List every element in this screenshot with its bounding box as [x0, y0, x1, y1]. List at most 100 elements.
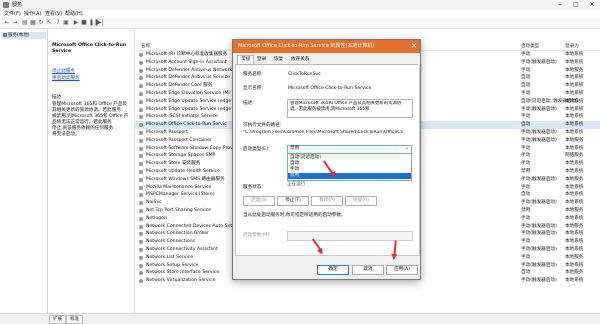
service-logon-as: 本地系统: [565, 52, 584, 57]
bottom-tabs: 扩展 标准: [0, 313, 600, 324]
close-icon[interactable]: ✕: [584, 0, 600, 10]
service-name: MSPCManager Service (Store): [146, 192, 215, 198]
menu-view[interactable]: 查看(V): [45, 10, 62, 18]
service-name: Network Setup Service: [146, 262, 199, 268]
service-logon-as: 本地系统: [565, 161, 584, 167]
service-name: Microsoft Defender Antivirus Network: [146, 67, 233, 73]
service-logon-as: 本地系统: [565, 122, 584, 128]
tab-general[interactable]: 常规: [237, 55, 255, 64]
service-startup-type: 自动: [521, 192, 531, 198]
gear-icon: [139, 123, 143, 128]
refresh-icon[interactable]: ↻: [38, 20, 44, 26]
service-logon-as: 本地系统: [565, 262, 584, 268]
start-params-input[interactable]: [287, 231, 413, 241]
path-label: 可执行文件的路径:: [243, 123, 282, 128]
service-startup-type: 手动: [521, 215, 531, 221]
service-startup-type: 手动: [521, 67, 531, 73]
service-logon-as: 本地服务: [565, 176, 584, 182]
tab-dependencies[interactable]: 依存关系: [288, 56, 312, 64]
gear-icon: [139, 131, 143, 135]
toolbar: ← → ▤ ▦ ↻ ⇱ ? ▣ ▶ ■ ❚❚ ▶|: [0, 18, 600, 29]
restart-icon[interactable]: ▶|: [97, 20, 104, 26]
dialog-close-icon[interactable]: ✕: [411, 40, 417, 53]
menu-help[interactable]: 帮助(H): [65, 10, 83, 18]
service-logon-as: 本地服务: [565, 208, 584, 213]
service-logon-as: 本地系统: [565, 145, 584, 151]
description-box[interactable]: 管理Microsoft 365和 Office 产品及其相关更新的资源协调。若此…: [287, 99, 413, 118]
stop-button[interactable]: 停止(T): [277, 196, 309, 206]
forward-icon[interactable]: →: [12, 20, 18, 26]
service-logon-as: 本地系统: [565, 184, 584, 190]
service-name: Microsoft iSCSI Initiator Service: [146, 114, 218, 120]
gear-icon: [139, 248, 143, 252]
gear-icon: [139, 99, 143, 104]
ok-button[interactable]: 确定: [317, 265, 349, 275]
tree-item-services-local[interactable]: 服务(本地): [2, 32, 46, 39]
service-logon-as: 本地系统: [565, 200, 584, 206]
gear-icon: [139, 209, 143, 213]
service-logon-as: 本地系统: [565, 278, 584, 284]
gear-icon: [139, 138, 143, 143]
column-startup-type[interactable]: 启动类型: [521, 43, 539, 50]
tab-logon[interactable]: 登录: [254, 56, 269, 64]
maximize-icon[interactable]: □: [568, 0, 584, 10]
service-startup-type: 手动(触发器启动): [521, 130, 557, 135]
service-name: Microsoft Windows SMS 路由器服务: [146, 176, 225, 182]
service-logon-as: 本地服务: [565, 223, 584, 229]
dialog-tabs: 常规 登录 恢复 依存关系: [235, 55, 418, 65]
menu-action[interactable]: 操作(A): [24, 10, 41, 18]
service-name-label: 服务名称:: [243, 72, 263, 77]
column-logon-as[interactable]: 登录为: [565, 43, 579, 50]
console-tree-icon[interactable]: ▤: [22, 20, 28, 26]
gear-icon: [139, 60, 143, 65]
help-icon[interactable]: ?: [55, 20, 61, 26]
start-button[interactable]: 启动(S): [243, 196, 275, 206]
service-startup-type: 手动(触发器启动): [521, 278, 557, 284]
service-logon-as: 网络服务: [565, 153, 584, 159]
service-name: Microsoft Update Health Service: [146, 169, 220, 174]
service-startup-type: 手动(触发器启动): [521, 176, 557, 182]
back-icon[interactable]: ←: [4, 20, 10, 26]
service-logon-as: 本地系统: [565, 239, 584, 245]
gear-icon: [139, 53, 143, 57]
stop-icon[interactable]: ■: [81, 20, 87, 26]
column-name[interactable]: 名称: [141, 43, 150, 50]
stop-service-link[interactable]: 停止此服务: [52, 69, 75, 75]
service-startup-type: 手动: [521, 145, 531, 151]
service-startup-type: 禁用: [521, 208, 531, 213]
gear-icon: [139, 162, 143, 167]
properties-dialog: Microsoft Office Click-to-Run Service 的属…: [232, 39, 421, 280]
start-icon[interactable]: ▶: [73, 20, 79, 26]
service-startup-type: 手动: [521, 153, 531, 159]
service-startup-type: 禁用: [521, 169, 531, 174]
service-startup-type: 手动(触发器启动): [521, 59, 557, 65]
resume-button[interactable]: 恢复(R): [345, 196, 377, 206]
view-icon[interactable]: ▦: [30, 20, 36, 26]
service-name: Network Connections: [146, 239, 196, 245]
tab-recovery[interactable]: 恢复: [271, 56, 286, 64]
cancel-button[interactable]: 取消: [352, 265, 384, 275]
service-name: Network List Service: [146, 254, 194, 260]
service-startup-type: 手动(触发器启动): [521, 106, 557, 112]
export-icon[interactable]: ⇱: [46, 20, 52, 26]
pause-icon[interactable]: ❚❚: [89, 20, 99, 26]
service-startup-type: 手动(触发器启动): [521, 247, 557, 252]
minimize-icon[interactable]: –: [552, 0, 568, 10]
service-name: Mozilla Maintenance Service: [146, 184, 212, 190]
dialog-title: Microsoft Office Click-to-Run Service 的属…: [238, 43, 375, 49]
menu-file[interactable]: 文件(F): [4, 10, 21, 18]
gear-icon: [139, 68, 143, 73]
restart-service-link[interactable]: 重启动此服务: [52, 76, 80, 82]
startup-option-disabled[interactable]: 禁用: [288, 173, 411, 179]
service-startup-type: 手动(触发器启动): [521, 137, 557, 143]
pause-button[interactable]: 暂停(P): [311, 196, 343, 206]
service-name: Microsoft Edge Update Service (edge: [146, 98, 232, 104]
menu-bar: 文件(F) 操作(A) 查看(V) 帮助(H): [0, 10, 600, 18]
properties-icon[interactable]: ▣: [63, 20, 69, 26]
service-name: Microsoft Passport Container: [146, 137, 212, 143]
selected-service-name: Microsoft Office Click-to-Run Service: [52, 43, 126, 54]
service-logon-as: 本地系统: [565, 247, 584, 252]
gear-icon: [139, 201, 143, 206]
apply-button[interactable]: 应用(A): [386, 265, 418, 275]
service-startup-type: 手动: [521, 52, 531, 57]
